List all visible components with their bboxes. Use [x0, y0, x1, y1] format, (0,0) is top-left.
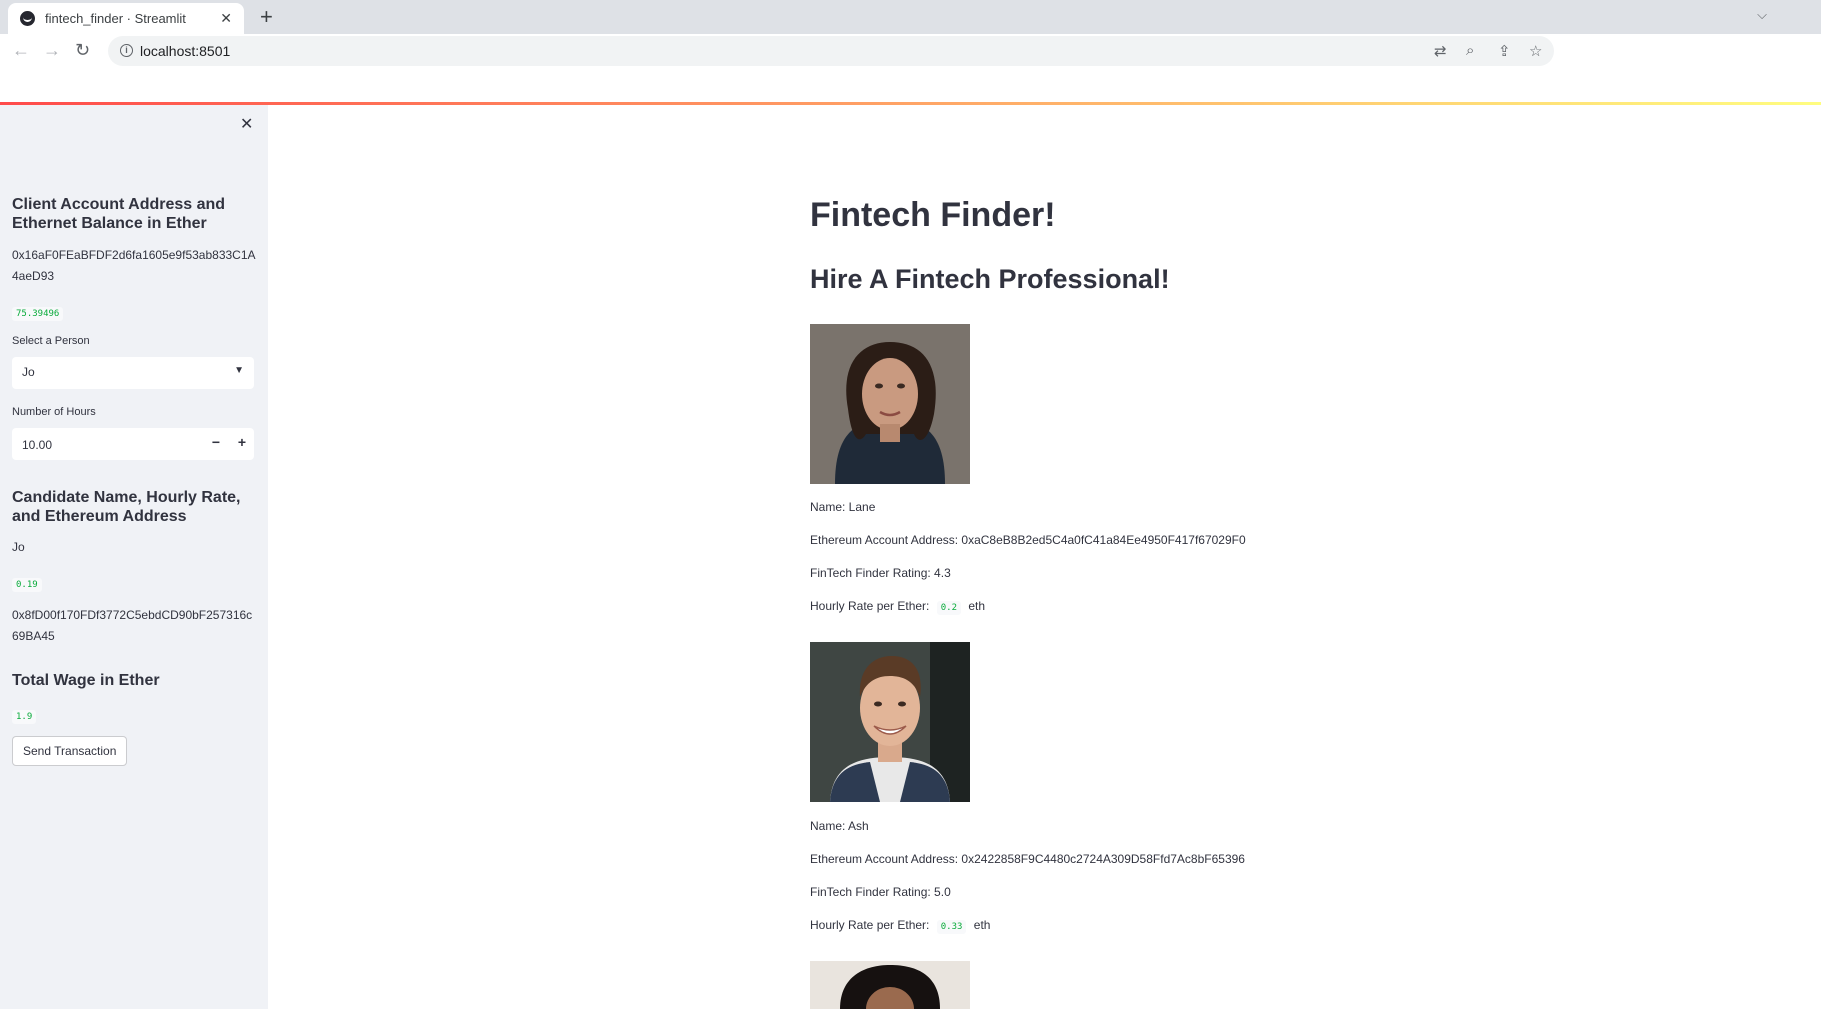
browser-toolbar: ← → ↻ i localhost:8501 ⇄ ⌕ ⇪ ☆ — [0, 34, 1821, 104]
candidate-name: Jo — [12, 540, 25, 554]
client-balance-container: 75.39496 — [12, 303, 256, 321]
wage-value: 1.9 — [12, 710, 37, 724]
select-person-dropdown[interactable]: Jo ▼ — [12, 357, 254, 389]
url-text[interactable]: localhost:8501 — [140, 43, 230, 59]
person-portrait-icon — [810, 642, 970, 802]
client-address: 0x16aF0FEaBFDF2d6fa1605e9f53ab833C1A4aeD… — [12, 248, 256, 283]
hours-number-input: − + — [12, 428, 254, 460]
tab-title: fintech_finder · Streamlit — [45, 11, 186, 26]
person-portrait-icon — [810, 961, 970, 1009]
select-person-value: Jo — [22, 365, 35, 379]
candidate-heading: Candidate Name, Hourly Rate, and Ethereu… — [12, 489, 241, 525]
hours-label: Number of Hours — [12, 406, 96, 418]
wage-heading: Total Wage in Ether — [12, 672, 160, 689]
browser-tab[interactable]: fintech_finder · Streamlit ✕ — [8, 3, 244, 34]
candidate-name-line: Name: Ash — [810, 819, 869, 833]
candidate-photo — [810, 324, 970, 484]
candidate-photo — [810, 642, 970, 802]
reload-icon[interactable]: ↻ — [75, 40, 90, 61]
close-sidebar-icon[interactable]: ✕ — [240, 114, 253, 134]
candidate-address: 0x8fD00f170FDf3772C5ebdCD90bF257316c69BA… — [12, 608, 253, 643]
zoom-icon[interactable]: ⌕ — [1466, 42, 1474, 59]
candidate-rate-container: 0.19 — [12, 574, 256, 592]
increment-button[interactable]: + — [238, 434, 246, 450]
sidebar: ✕ Client Account Address and Ethernet Ba… — [0, 105, 268, 1009]
candidate-rate-line: Hourly Rate per Ether: 0.2 eth — [810, 599, 985, 615]
site-info-icon[interactable]: i — [120, 44, 133, 57]
translate-icon[interactable]: ⇄ — [1434, 42, 1447, 60]
rate-unit: eth — [973, 918, 991, 932]
rate-label: Hourly Rate per Ether: — [810, 599, 930, 613]
rate-value: 0.33 — [936, 920, 967, 934]
page-subtitle: Hire A Fintech Professional! — [810, 264, 1170, 294]
candidate-name-line: Name: Lane — [810, 500, 876, 514]
candidate-rate-line: Hourly Rate per Ether: 0.33 eth — [810, 918, 990, 934]
tab-search-chevron-icon[interactable]: ⌵ — [1757, 7, 1767, 23]
close-tab-icon[interactable]: ✕ — [220, 10, 232, 27]
candidate-rate: 0.19 — [12, 578, 42, 592]
streamlit-favicon-icon — [20, 11, 35, 26]
client-balance: 75.39496 — [12, 307, 64, 321]
hours-input[interactable] — [20, 434, 204, 456]
wage-value-container: 1.9 — [12, 706, 256, 724]
send-transaction-button[interactable]: Send Transaction — [12, 736, 128, 766]
browser-tab-strip: fintech_finder · Streamlit ✕ + ⌵ — [0, 0, 1821, 34]
client-heading: Client Account Address and Ethernet Bala… — [12, 196, 226, 232]
decrement-button[interactable]: − — [212, 434, 220, 450]
candidate-rating-line: FinTech Finder Rating: 4.3 — [810, 566, 951, 580]
share-icon[interactable]: ⇪ — [1498, 42, 1511, 60]
page-title: Fintech Finder! — [810, 196, 1056, 234]
rate-unit: eth — [968, 599, 986, 613]
candidate-address-line: Ethereum Account Address: 0x2422858F9C44… — [810, 852, 1245, 866]
back-arrow-icon[interactable]: ← — [12, 40, 30, 61]
address-bar[interactable]: i localhost:8501 ⇄ ⌕ ⇪ ☆ — [108, 36, 1554, 66]
candidate-rating-line: FinTech Finder Rating: 5.0 — [810, 885, 951, 899]
streamlit-decoration-bar — [0, 102, 1821, 105]
rate-value: 0.2 — [936, 601, 961, 615]
bookmark-star-icon[interactable]: ☆ — [1529, 42, 1542, 60]
forward-arrow-icon[interactable]: → — [43, 40, 61, 61]
select-person-label: Select a Person — [12, 335, 90, 347]
new-tab-icon[interactable]: + — [260, 4, 273, 30]
candidate-address-line: Ethereum Account Address: 0xaC8eB8B2ed5C… — [810, 533, 1246, 547]
candidate-photo — [810, 961, 970, 1009]
rate-label: Hourly Rate per Ether: — [810, 918, 930, 932]
person-portrait-icon — [810, 324, 970, 484]
dropdown-caret-icon: ▼ — [234, 365, 244, 376]
